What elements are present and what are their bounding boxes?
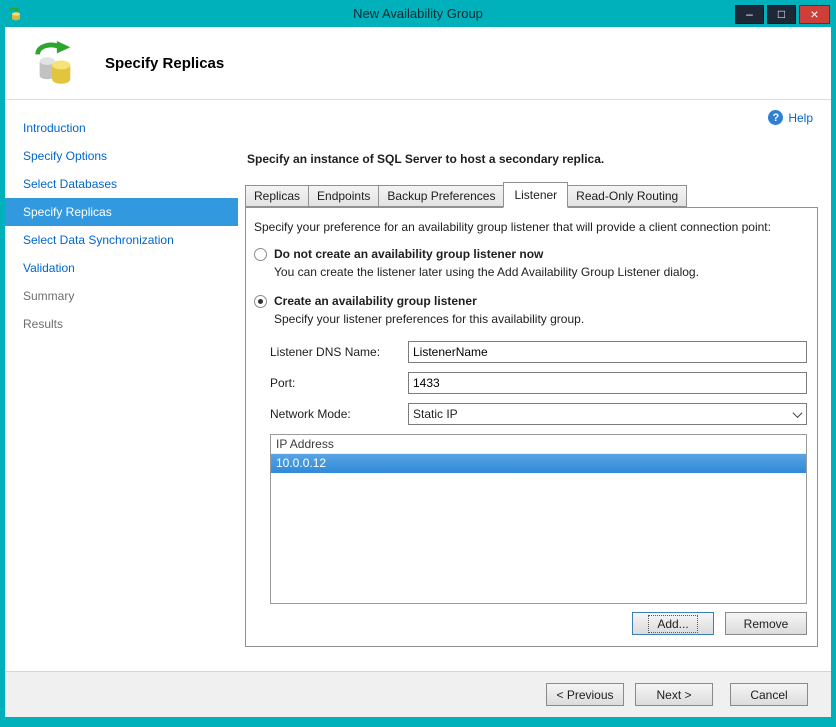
sidebar-item-select-databases[interactable]: Select Databases (5, 170, 238, 198)
chevron-down-icon (789, 411, 806, 418)
dialog-surface: Specify Replicas Introduction Specify Op… (5, 27, 831, 717)
sidebar-item-specify-options[interactable]: Specify Options (5, 142, 238, 170)
dns-name-label: Listener DNS Name: (270, 345, 381, 359)
tab-read-only-routing[interactable]: Read-Only Routing (567, 185, 688, 207)
tab-endpoints[interactable]: Endpoints (308, 185, 380, 207)
wizard-steps-sidebar: Introduction Specify Options Select Data… (5, 100, 238, 671)
ip-address-column-header: IP Address (271, 435, 806, 454)
help-icon: ? (768, 110, 784, 125)
replica-database-icon (35, 40, 71, 84)
titlebar[interactable]: New Availability Group – □ × (0, 0, 836, 27)
sidebar-item-results: Results (23, 317, 64, 331)
tab-backup-preferences[interactable]: Backup Preferences (378, 185, 505, 207)
help-link[interactable]: ? Help (768, 110, 813, 125)
add-button[interactable]: Add... (632, 612, 714, 635)
sidebar-item-select-data-synchronization[interactable]: Select Data Synchronization (5, 226, 238, 254)
help-label: Help (788, 110, 813, 125)
ip-list-buttons: Add... Remove (254, 612, 807, 635)
radio-no-listener-label: Do not create an availability group list… (274, 247, 544, 261)
maximize-button[interactable]: □ (767, 4, 796, 24)
dns-name-row: Listener DNS Name: (270, 341, 807, 363)
tab-listener[interactable]: Listener (503, 182, 569, 208)
page-title: Specify Replicas (105, 54, 225, 72)
sidebar-item-validation[interactable]: Validation (5, 254, 238, 282)
network-mode-dropdown[interactable]: Static IP (408, 403, 807, 425)
port-input[interactable] (408, 372, 807, 394)
dns-name-input[interactable] (408, 341, 807, 363)
instruction-text: Specify an instance of SQL Server to hos… (247, 152, 605, 166)
tab-strip: Replicas Endpoints Backup Preferences Li… (245, 182, 818, 208)
port-row: Port: (270, 372, 807, 394)
radio-create-listener-description: Specify your listener preferences for th… (274, 312, 585, 326)
minimize-button[interactable]: – (735, 4, 764, 24)
sidebar-item-specify-replicas[interactable]: Specify Replicas (5, 198, 238, 226)
wizard-footer: < Previous Next > Cancel (5, 671, 831, 717)
ip-address-list[interactable]: IP Address 10.0.0.12 (270, 434, 807, 604)
ip-address-row[interactable]: 10.0.0.12 (271, 454, 806, 473)
port-label: Port: (270, 376, 296, 390)
radio-no-listener-description: You can create the listener later using … (274, 265, 699, 279)
radio-option-no-listener[interactable]: Do not create an availability group list… (254, 247, 807, 261)
listener-tab-panel: Specify your preference for an availabil… (245, 207, 818, 647)
new-availability-group-window: New Availability Group – □ × Specify Rep… (0, 0, 836, 727)
network-mode-row: Network Mode: Static IP (270, 403, 807, 425)
close-button[interactable]: × (799, 4, 830, 24)
listener-preference-text: Specify your preference for an availabil… (254, 220, 771, 234)
tab-replicas[interactable]: Replicas (245, 185, 310, 207)
radio-button-checked[interactable] (254, 294, 267, 308)
sidebar-item-summary: Summary (23, 289, 75, 303)
window-title: New Availability Group (353, 6, 483, 21)
remove-button[interactable]: Remove (725, 612, 807, 635)
radio-create-listener-label: Create an availability group listener (274, 294, 477, 308)
sidebar-item-introduction[interactable]: Introduction (5, 114, 238, 142)
next-button[interactable]: Next > (635, 683, 713, 706)
cancel-button[interactable]: Cancel (730, 683, 808, 706)
previous-button[interactable]: < Previous (546, 683, 624, 706)
window-controls: – □ × (732, 4, 830, 24)
wizard-body: Introduction Specify Options Select Data… (5, 100, 831, 671)
radio-button-unchecked[interactable] (254, 247, 267, 261)
radio-option-create-listener[interactable]: Create an availability group listener (254, 294, 807, 308)
wizard-content: ? Help Specify an instance of SQL Server… (238, 100, 831, 671)
wizard-header: Specify Replicas (5, 27, 831, 100)
network-mode-label: Network Mode: (270, 407, 351, 421)
window-database-icon (9, 6, 20, 20)
network-mode-value: Static IP (413, 407, 458, 421)
